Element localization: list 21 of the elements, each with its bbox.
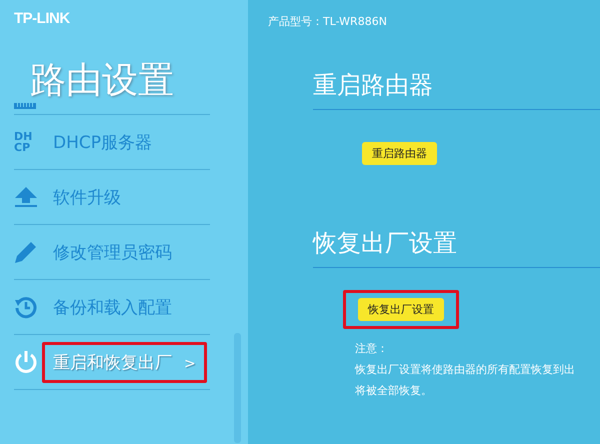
note-text: 恢复出厂设置将使路由器的所有配置恢复到出: [355, 362, 576, 377]
power-icon: [14, 350, 38, 374]
section-heading: 重启路由器: [313, 69, 600, 110]
menu-item[interactable]: 重启和恢复出厂 >: [53, 350, 196, 374]
dhcp-icon: DH CP: [14, 131, 38, 153]
note-text: 将被全部恢复。: [355, 383, 433, 398]
pencil-icon: [14, 240, 38, 264]
menu-item[interactable]: 修改管理员密码: [53, 240, 172, 264]
menu-item[interactable]: 软件升级: [53, 186, 121, 208]
sidebar-title: 路由设置: [29, 59, 175, 103]
port-icon: [14, 103, 36, 109]
model-label: 产品型号：TL-WR886N: [268, 14, 388, 29]
upload-icon: [14, 186, 38, 208]
action-button[interactable]: 重启路由器: [362, 142, 437, 165]
menu-item[interactable]: 备份和载入配置: [53, 296, 172, 318]
logo: TP-LINK: [13, 9, 71, 27]
note-title: 注意：: [355, 341, 389, 356]
action-button[interactable]: 恢复出厂设置: [358, 298, 444, 321]
history-icon: [14, 295, 38, 319]
menu-item[interactable]: DHCP服务器: [53, 130, 152, 154]
section-heading: 恢复出厂设置: [313, 227, 600, 268]
